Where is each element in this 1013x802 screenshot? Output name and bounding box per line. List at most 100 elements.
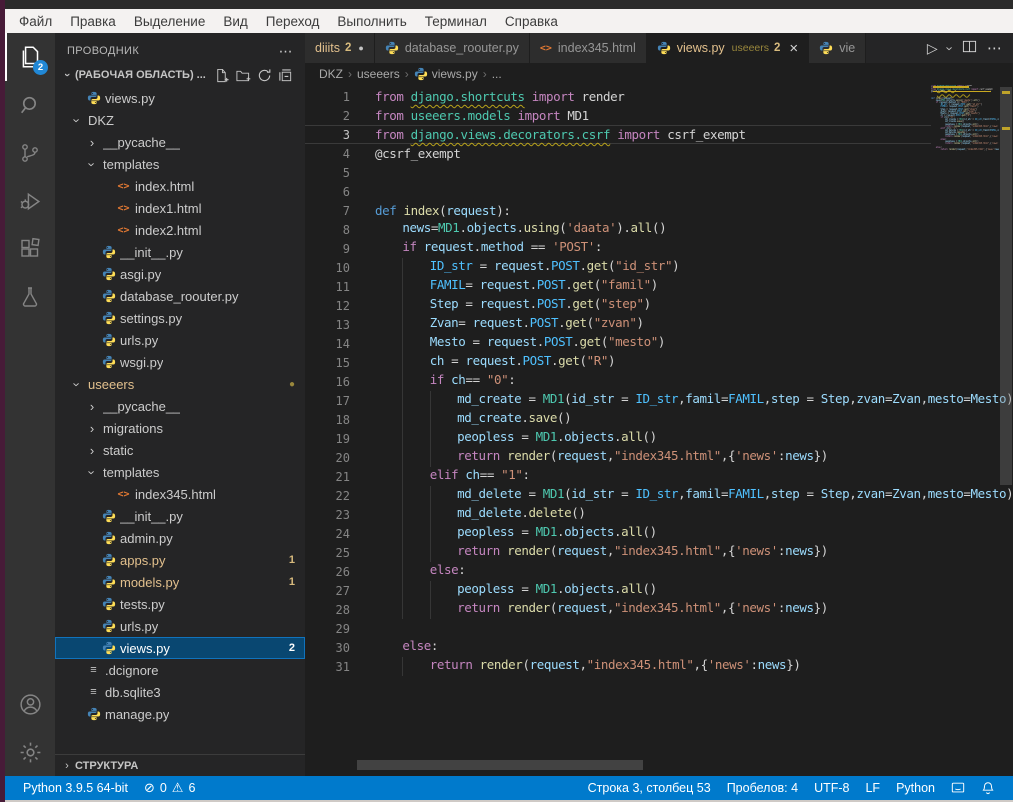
tab-database_roouter.py[interactable]: database_roouter.py: [375, 33, 530, 63]
breadcrumb-item-useeers[interactable]: useeers: [357, 67, 400, 81]
tree-file-index2.html[interactable]: <>index2.html: [55, 219, 305, 241]
menu-item-Терминал[interactable]: Терминал: [416, 14, 496, 29]
menu-item-Файл[interactable]: Файл: [10, 14, 61, 29]
menu-item-Выполнить[interactable]: Выполнить: [328, 14, 415, 29]
tab-diiits[interactable]: diiits 2 ●: [305, 33, 375, 63]
tree-folder-templates[interactable]: ›templates: [55, 461, 305, 483]
breadcrumb-item-DKZ[interactable]: DKZ: [319, 67, 343, 81]
tree-folder-useeers[interactable]: ›useeers●: [55, 373, 305, 395]
feedback-button[interactable]: [943, 781, 973, 795]
tree-file-__init__.py[interactable]: __init__.py: [55, 505, 305, 527]
new-file-button[interactable]: [214, 68, 229, 83]
activitybar-settings[interactable]: [5, 728, 55, 776]
menu-item-Правка[interactable]: Правка: [61, 14, 125, 29]
tree-folder-static[interactable]: ›static: [55, 439, 305, 461]
tab-problems-badge: 2: [345, 42, 351, 54]
collapse-folders-button[interactable]: [278, 68, 293, 83]
tab-vie[interactable]: vie: [809, 33, 866, 63]
tree-file-apps.py[interactable]: apps.py1: [55, 549, 305, 571]
line-content: from django.views.decorators.csrf import…: [350, 127, 746, 142]
run-dropdown-icon[interactable]: ›: [942, 46, 957, 50]
sidebar-more-button[interactable]: ⋯: [279, 43, 293, 60]
breadcrumb-item-views.py[interactable]: views.py: [414, 67, 478, 81]
close-icon[interactable]: ×: [789, 41, 798, 56]
activitybar-account[interactable]: [5, 680, 55, 728]
problems-badge: 1: [289, 576, 305, 588]
tree-folder-__pycache__[interactable]: ›__pycache__: [55, 395, 305, 417]
tree-file-views.py[interactable]: views.py2: [55, 637, 305, 659]
menu-item-Вид[interactable]: Вид: [214, 14, 256, 29]
cursor-position-status[interactable]: Строка 3, столбец 53: [580, 781, 719, 795]
line-number: 30: [305, 641, 350, 655]
tree-folder-DKZ[interactable]: ›DKZ: [55, 109, 305, 131]
tree-file-database_roouter.py[interactable]: database_roouter.py: [55, 285, 305, 307]
tab-label: database_roouter.py: [405, 41, 519, 55]
activitybar-extensions[interactable]: [5, 225, 55, 273]
tree-folder-migrations[interactable]: ›migrations: [55, 417, 305, 439]
testing-icon: [18, 285, 42, 309]
breadcrumb[interactable]: DKZ›useeers›views.py›...: [305, 63, 1013, 85]
tree-file-admin.py[interactable]: admin.py: [55, 527, 305, 549]
menu-item-Справка[interactable]: Справка: [496, 14, 567, 29]
sidebar-header: ПРОВОДНИК ⋯: [55, 39, 305, 63]
line-number: 10: [305, 261, 350, 275]
line-number: 8: [305, 223, 350, 237]
refresh-explorer-button[interactable]: [257, 68, 272, 83]
tree-file-asgi.py[interactable]: asgi.py: [55, 263, 305, 285]
run-python-file-button[interactable]: ▷: [927, 40, 938, 57]
tree-file-index1.html[interactable]: <>index1.html: [55, 197, 305, 219]
tree-folder-templates[interactable]: ›templates: [55, 153, 305, 175]
scrollbar-thumb[interactable]: [1000, 87, 1012, 485]
python-file-icon: [102, 245, 116, 259]
editor-actions: ▷ › ⋯: [917, 33, 1013, 63]
tree-file-index345.html[interactable]: <>index345.html: [55, 483, 305, 505]
activitybar-testing[interactable]: [5, 273, 55, 321]
activitybar-source-control[interactable]: [5, 129, 55, 177]
tab-views.py[interactable]: views.pyuseeers2×: [647, 33, 809, 63]
code-line: 5: [305, 163, 1013, 182]
tree-file-manage.py[interactable]: manage.py: [55, 703, 305, 725]
outline-section-header[interactable]: › СТРУКТУРА: [55, 754, 305, 776]
menu-bar: ФайлПравкаВыделениеВидПереходВыполнитьТе…: [0, 9, 1013, 33]
code-editor[interactable]: 1from django.shortcuts import render2fro…: [305, 85, 1013, 776]
python-interpreter-status[interactable]: Python 3.9.5 64-bit: [15, 781, 136, 795]
menu-item-Переход[interactable]: Переход: [257, 14, 329, 29]
tab-index345.html[interactable]: <>index345.html: [530, 33, 647, 63]
tree-file-settings.py[interactable]: settings.py: [55, 307, 305, 329]
tree-file-__init__.py[interactable]: __init__.py: [55, 241, 305, 263]
encoding-status[interactable]: UTF-8: [806, 781, 857, 795]
breadcrumb-item-...[interactable]: ...: [492, 67, 502, 81]
more-actions-button[interactable]: ⋯: [987, 39, 1003, 57]
tree-file-urls.py[interactable]: urls.py: [55, 329, 305, 351]
minimap[interactable]: from django.shortcuts import renderfrom …: [931, 85, 999, 157]
tree-file-tests.py[interactable]: tests.py: [55, 593, 305, 615]
notifications-bell-button[interactable]: [973, 781, 1003, 795]
line-number: 4: [305, 147, 350, 161]
unsaved-dot-icon: ●: [358, 43, 363, 53]
tree-file-wsgi.py[interactable]: wsgi.py: [55, 351, 305, 373]
horizontal-scrollbar[interactable]: [357, 760, 643, 770]
tree-file-views.py[interactable]: views.py: [55, 87, 305, 109]
workspace-section-header[interactable]: › (РАБОЧАЯ ОБЛАСТЬ) ...: [55, 63, 305, 87]
tree-file-models.py[interactable]: models.py1: [55, 571, 305, 593]
code-line: 6: [305, 182, 1013, 201]
menu-item-Выделение[interactable]: Выделение: [125, 14, 215, 29]
problems-status[interactable]: ⊘0⚠6: [136, 780, 203, 796]
tab-label: diiits: [315, 41, 340, 55]
indentation-status[interactable]: Пробелов: 4: [719, 781, 806, 795]
new-folder-button[interactable]: [235, 68, 251, 83]
activitybar-run-debug[interactable]: [5, 177, 55, 225]
tree-file-index.html[interactable]: <>index.html: [55, 175, 305, 197]
tree-file-urls.py[interactable]: urls.py: [55, 615, 305, 637]
eol-status[interactable]: LF: [857, 781, 888, 795]
tree-file-.dcignore[interactable]: ≡.dcignore: [55, 659, 305, 681]
activitybar-search[interactable]: [5, 81, 55, 129]
language-mode-status[interactable]: Python: [888, 781, 943, 795]
activitybar-explorer[interactable]: 2: [5, 33, 55, 81]
split-editor-button[interactable]: [962, 39, 977, 57]
minimap-warning-mark: [933, 91, 991, 93]
vertical-scrollbar[interactable]: [999, 85, 1013, 776]
line-number: 26: [305, 565, 350, 579]
tree-file-db.sqlite3[interactable]: ≡db.sqlite3: [55, 681, 305, 703]
tree-folder-__pycache__[interactable]: ›__pycache__: [55, 131, 305, 153]
